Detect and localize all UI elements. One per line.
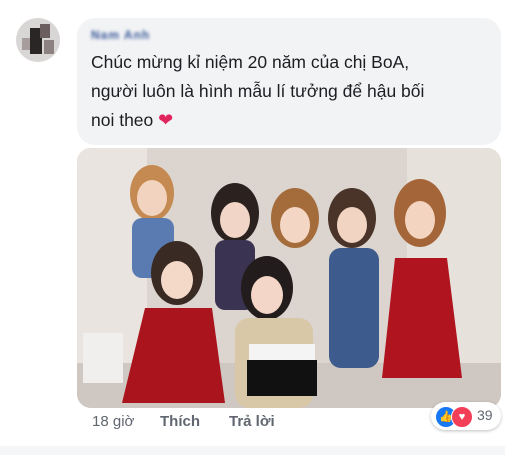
love-icon: ♥	[451, 406, 473, 428]
reaction-summary[interactable]: 👍 ♥ 39	[431, 402, 501, 430]
comment-author-name[interactable]: Nam Anh	[91, 28, 183, 44]
attached-photo[interactable]	[77, 148, 501, 408]
bottom-divider	[0, 446, 505, 455]
comment-text-line-3: noi theo ❤	[91, 109, 173, 131]
reaction-count: 39	[477, 407, 493, 423]
red-heart-icon: ❤	[158, 110, 174, 130]
comment-text-line-1: Chúc mừng kỉ niệm 20 năm của chị BoA,	[91, 52, 410, 72]
comment-bubble: Nam Anh Chúc mừng kỉ niệm 20 năm của chị…	[77, 18, 501, 145]
like-button[interactable]: Thích	[160, 413, 200, 430]
reply-button[interactable]: Trả lời	[229, 413, 275, 430]
comment-text-line-3-text: noi theo	[91, 110, 154, 130]
comment-timestamp: 18 giờ	[92, 413, 135, 430]
comment-text-line-2: người luôn là hình mẫu lí tưởng để hậu b…	[91, 81, 425, 101]
avatar[interactable]	[16, 18, 60, 62]
